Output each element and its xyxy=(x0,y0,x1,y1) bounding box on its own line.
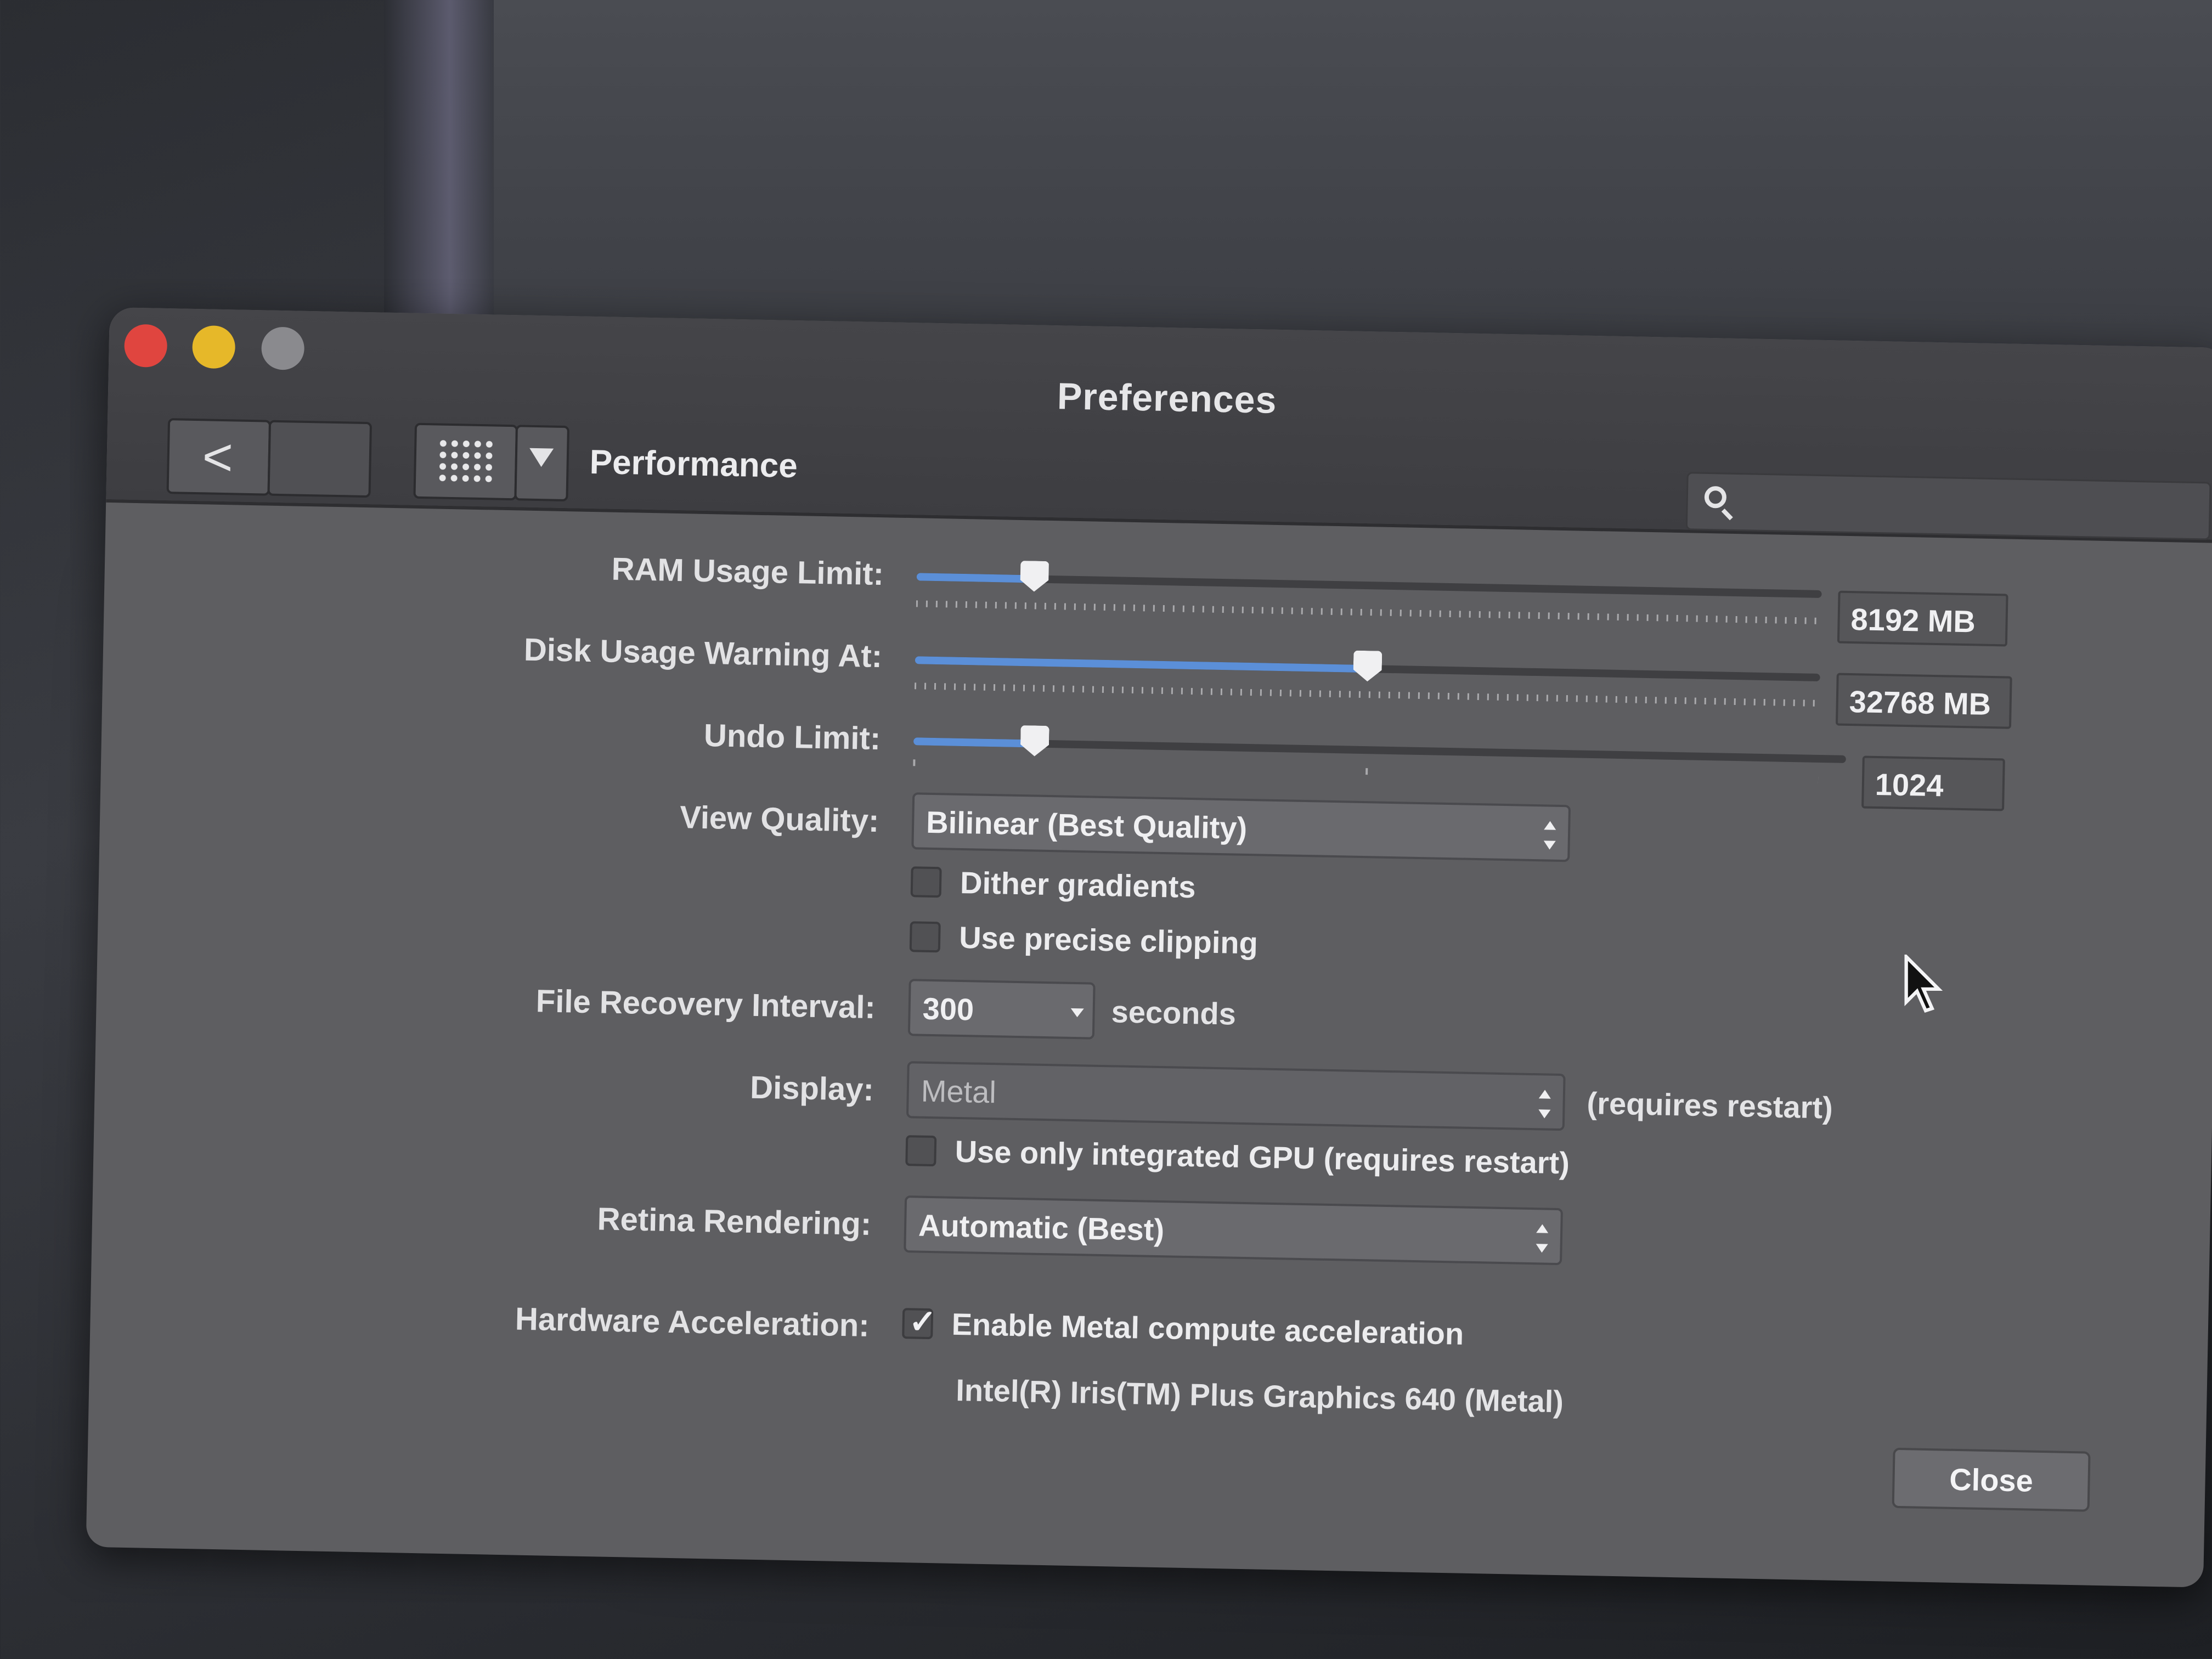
forward-button[interactable] xyxy=(267,420,373,498)
precise-clipping-checkbox[interactable] xyxy=(909,921,941,953)
preferences-window: Preferences < Performance RAM Usage Limi… xyxy=(86,307,2212,1588)
disk-warning-value-field[interactable]: 32768 MB xyxy=(1835,673,2012,729)
chevron-down-icon xyxy=(1070,1008,1084,1018)
display-restart-note: (requires restart) xyxy=(1587,1085,1833,1125)
undo-limit-value-field[interactable]: 1024 xyxy=(1861,755,2005,811)
updown-arrows-icon xyxy=(1544,821,1556,849)
disk-warning-ticks xyxy=(914,682,1820,707)
precise-clipping-label: Use precise clipping xyxy=(958,919,1259,961)
disk-warning-slider[interactable] xyxy=(915,656,1820,681)
grid-icon xyxy=(436,437,495,485)
back-button[interactable]: < xyxy=(166,418,272,496)
ram-usage-value-field[interactable]: 8192 MB xyxy=(1837,590,2008,647)
undo-limit-slider[interactable] xyxy=(913,737,1846,763)
undo-limit-label: Undo Limit: xyxy=(703,717,881,757)
search-icon xyxy=(1704,486,1727,509)
file-recovery-combobox[interactable]: 300 xyxy=(907,979,1096,1040)
integrated-gpu-checkbox[interactable] xyxy=(905,1135,937,1167)
updown-arrows-icon xyxy=(1538,1090,1551,1118)
titlebar: Preferences < Performance xyxy=(106,307,2212,544)
ram-usage-slider-knob[interactable] xyxy=(1020,561,1049,592)
performance-pane: RAM Usage Limit: 8192 MB Disk Usage Warn… xyxy=(86,503,2212,1585)
dither-gradients-label: Dither gradients xyxy=(960,865,1197,905)
search-input[interactable] xyxy=(1685,472,2211,540)
ram-usage-label: RAM Usage Limit: xyxy=(611,551,884,592)
file-recovery-label: File Recovery Interval: xyxy=(535,983,876,1026)
metal-compute-label: Enable Metal compute acceleration xyxy=(951,1306,1464,1351)
hardware-acceleration-label: Hardware Acceleration: xyxy=(515,1301,870,1344)
view-quality-popup[interactable]: Bilinear (Best Quality) xyxy=(911,792,1571,862)
gpu-name-text: Intel(R) Iris(TM) Plus Graphics 640 (Met… xyxy=(955,1372,1564,1419)
display-label: Display: xyxy=(749,1069,874,1108)
view-quality-label: View Quality: xyxy=(679,799,879,839)
undo-limit-slider-knob[interactable] xyxy=(1020,725,1049,757)
chevron-down-icon xyxy=(529,448,554,467)
updown-arrows-icon xyxy=(1536,1224,1548,1252)
chevron-left-icon: < xyxy=(201,427,234,487)
file-recovery-value: 300 xyxy=(922,991,974,1027)
display-popup[interactable]: Metal xyxy=(906,1061,1566,1131)
disk-warning-slider-knob[interactable] xyxy=(1353,651,1382,682)
disk-warning-slider-fill xyxy=(915,656,1368,673)
display-selected: Metal xyxy=(921,1073,997,1110)
close-button[interactable]: Close xyxy=(1892,1447,2091,1512)
retina-rendering-selected: Automatic (Best) xyxy=(918,1207,1165,1248)
file-recovery-unit: seconds xyxy=(1111,994,1237,1031)
dither-gradients-checkbox[interactable] xyxy=(910,866,942,898)
disk-warning-label: Disk Usage Warning At: xyxy=(523,631,883,675)
metal-compute-checkbox[interactable]: ✓ xyxy=(902,1303,937,1340)
sections-dropdown-button[interactable] xyxy=(514,425,570,502)
view-quality-selected: Bilinear (Best Quality) xyxy=(926,804,1248,845)
ram-usage-slider[interactable] xyxy=(916,573,1822,599)
ram-usage-ticks xyxy=(916,600,1821,624)
checkmark-icon: ✓ xyxy=(909,1303,937,1341)
ram-usage-slider-fill xyxy=(916,573,1035,583)
section-title: Performance xyxy=(589,443,798,486)
background-monitor-area xyxy=(494,0,2212,357)
integrated-gpu-label: Use only integrated GPU (requires restar… xyxy=(955,1133,1570,1181)
undo-limit-slider-fill xyxy=(913,737,1035,748)
retina-rendering-label: Retina Rendering: xyxy=(597,1201,872,1242)
show-all-button[interactable] xyxy=(413,422,518,501)
retina-rendering-popup[interactable]: Automatic (Best) xyxy=(904,1195,1563,1266)
undo-limit-ticks xyxy=(913,759,1819,783)
